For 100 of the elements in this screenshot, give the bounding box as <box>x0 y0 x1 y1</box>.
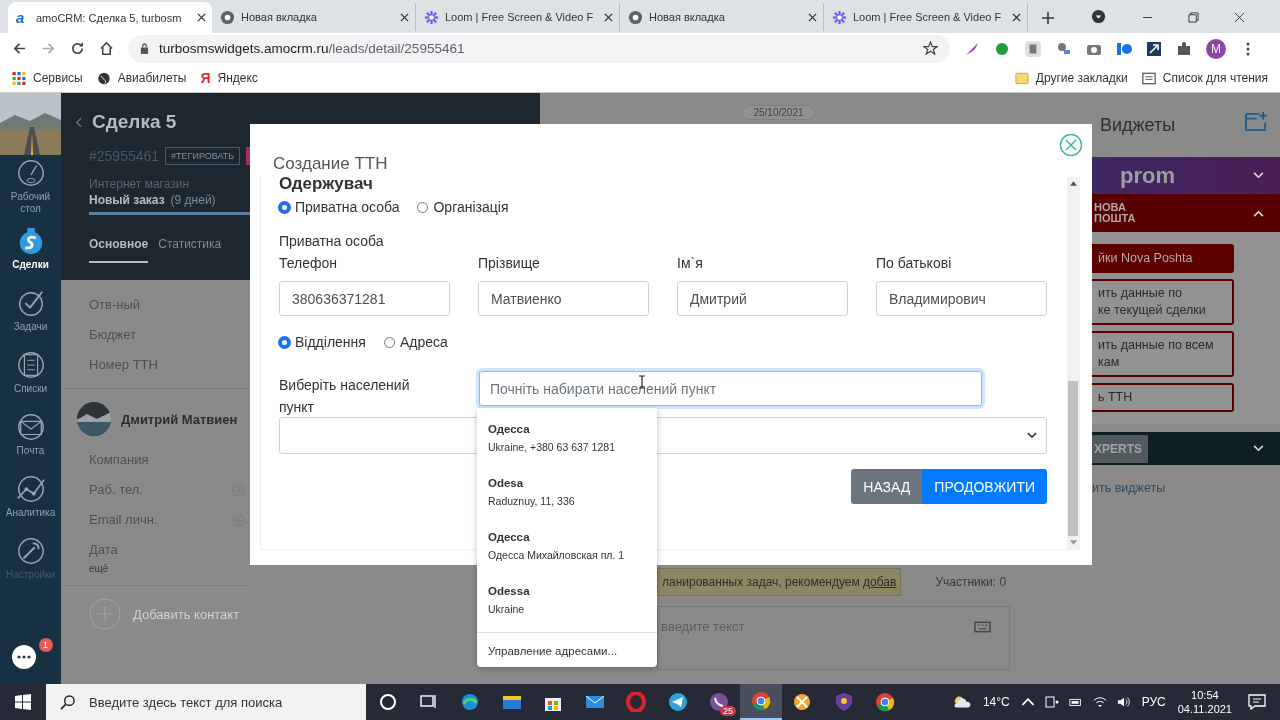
scroll-thumb[interactable] <box>1068 381 1078 536</box>
bookmark[interactable]: Другие закладки <box>1014 71 1128 85</box>
text-field[interactable]: Дмитрий <box>677 281 848 316</box>
reload-icon[interactable] <box>70 41 85 56</box>
pipeline-name: Интернет магазин <box>89 177 190 191</box>
radio-button[interactable] <box>279 336 290 348</box>
subheading: Приватна особа <box>279 233 385 251</box>
speaker-icon[interactable] <box>1116 696 1131 708</box>
plus-icon[interactable] <box>1042 12 1054 24</box>
close-icon[interactable] <box>1234 12 1245 23</box>
field-label: Ім`я <box>677 255 704 273</box>
gauge-icon <box>15 157 46 188</box>
wifi-icon[interactable] <box>1092 696 1107 708</box>
suggestion-item[interactable]: Odessa Ukraine <box>477 578 657 632</box>
shield-icon <box>833 692 854 712</box>
suggestion-item[interactable]: Одесса Ukraine, +380 63 637 1281 <box>477 416 657 470</box>
stage-name[interactable]: Новый заказ <box>89 193 165 207</box>
widget-button[interactable]: ь ТТН <box>1092 383 1234 412</box>
nav-item[interactable]: Задачи <box>0 279 61 341</box>
widget-button[interactable]: йки Nova Poshta <box>1092 244 1234 273</box>
badge-icon[interactable] <box>1116 40 1132 57</box>
chart-icon <box>15 473 46 504</box>
globe-icon <box>220 9 235 25</box>
dialog-button[interactable]: ПРОДОВЖИТИ <box>922 469 1047 504</box>
keyboard-icon[interactable] <box>974 621 991 633</box>
home-icon[interactable] <box>99 41 114 56</box>
asterisk-icon <box>424 9 439 25</box>
contact-name[interactable]: Дмитрий Матвиен <box>121 411 238 427</box>
bookmark[interactable]: Авиабилеты <box>96 71 187 85</box>
envelope-icon <box>15 411 46 442</box>
browser-tab[interactable]: Новая вкладка <box>212 3 416 31</box>
radio-button[interactable] <box>279 201 290 213</box>
text-field[interactable]: Матвиенко <box>478 281 649 316</box>
city-search-field[interactable]: Почніть набирати населений пункт <box>479 371 982 406</box>
notice-link[interactable]: добав <box>863 575 897 589</box>
close-icon[interactable] <box>197 13 206 22</box>
satellite-icon[interactable] <box>1056 40 1072 57</box>
nav-item[interactable]: Почта <box>0 403 61 465</box>
battery-icon[interactable] <box>1068 696 1083 708</box>
extension-icon[interactable] <box>1024 39 1042 58</box>
bookmark[interactable]: Я Яндекс <box>200 70 258 86</box>
clock[interactable]: 10:54 04.11.2021 <box>1177 688 1232 716</box>
search-icon <box>60 694 75 710</box>
drop-icon[interactable] <box>994 40 1010 57</box>
close-icon[interactable] <box>400 12 409 22</box>
close-icon[interactable] <box>604 12 613 22</box>
back-icon[interactable] <box>12 41 27 56</box>
browser-tab[interactable]: Loom | Free Screen & Video F <box>824 3 1028 31</box>
device-icon[interactable] <box>1044 696 1059 708</box>
section-heading: Одержувач <box>279 177 374 195</box>
taskbar-app[interactable]: 25 <box>698 684 740 720</box>
notifications-icon[interactable] <box>1248 694 1266 710</box>
windows-start-icon[interactable] <box>15 694 31 710</box>
dialog-button[interactable]: НАЗАД <box>851 469 923 504</box>
circle-icon[interactable] <box>378 692 398 712</box>
tab-title: Loom | Free Screen & Video F <box>853 11 1003 23</box>
browser-tab[interactable]: a amoCRM: Сделка 5, turbosm <box>8 2 212 33</box>
profile-avatar[interactable]: M <box>1206 38 1226 59</box>
deal-tab[interactable]: Статистика <box>158 237 222 263</box>
fan-icon <box>792 692 813 712</box>
field-label: Раб. тел. <box>89 481 143 499</box>
text-field[interactable]: Владимирович <box>876 281 1047 316</box>
browser-tab[interactable]: Новая вкладка <box>620 3 824 31</box>
tag-button[interactable]: #ТЕГИРОВАТЬ <box>165 147 241 165</box>
chevron-left-icon[interactable] <box>75 116 82 128</box>
bookmark[interactable]: Список для чтения <box>1141 71 1268 85</box>
suggestion-item[interactable]: Odesa Raduznuy, 11, 336 <box>477 470 657 524</box>
language-indicator[interactable]: РУС <box>1141 695 1166 709</box>
address-bar[interactable]: turbosmswidgets.amocrm.ru/leads/detail/25955461 <box>128 34 950 63</box>
text-field[interactable]: 380636371281 <box>279 281 450 316</box>
nav-item[interactable]: Сделки <box>0 217 61 279</box>
temperature-label[interactable]: 14°C <box>982 695 1010 709</box>
field-label: Виберіть населений пункт <box>279 376 411 417</box>
search-field[interactable]: Введите здесь текст для поиска <box>46 684 366 720</box>
dropdown-icon[interactable] <box>1091 9 1106 24</box>
scroll-up-icon[interactable] <box>1069 181 1077 186</box>
field-label: По батькові <box>876 255 953 273</box>
radio-option[interactable]: Відділення <box>279 334 366 350</box>
browser-tab[interactable]: Loom | Free Screen & Video F <box>416 3 620 31</box>
scrollbar[interactable] <box>1067 177 1079 549</box>
puzzle-icon[interactable] <box>1176 40 1192 57</box>
close-icon[interactable] <box>808 12 817 22</box>
radio-option[interactable]: Приватна особа <box>279 199 400 215</box>
suggestion-item[interactable]: Одесса Одесса Михайловская пл. 1 <box>477 524 657 578</box>
restore-icon[interactable] <box>1188 12 1199 23</box>
globe-icon <box>628 9 643 25</box>
nav-item[interactable]: Рабочий стол <box>0 155 61 217</box>
field-label: Email личн. <box>89 511 158 529</box>
chevron-up-icon[interactable] <box>1020 696 1035 708</box>
nav-item[interactable]: Списки <box>0 341 61 403</box>
close-icon[interactable] <box>1012 12 1021 22</box>
star-icon[interactable] <box>923 41 938 56</box>
arrow-icon[interactable] <box>1146 40 1162 57</box>
nav-item[interactable]: Аналитика <box>0 465 61 527</box>
chevron-down-icon <box>1027 432 1037 439</box>
deal-tab[interactable]: Основное <box>89 237 149 263</box>
radio-option[interactable]: Організація <box>417 199 509 215</box>
bookmark[interactable]: Сервисы <box>12 71 83 85</box>
radio-option[interactable]: Адреса <box>383 334 448 350</box>
manage-addresses-item[interactable]: Управление адресами... <box>477 641 657 663</box>
